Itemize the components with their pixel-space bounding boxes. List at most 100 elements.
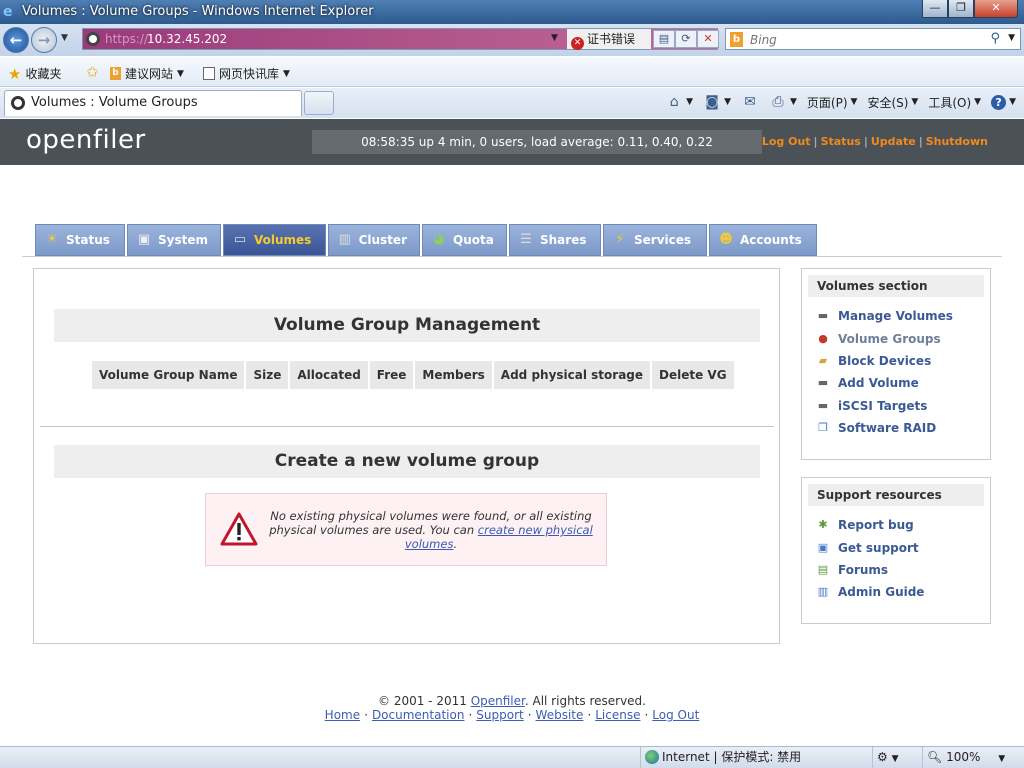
- recent-pages-dropdown[interactable]: ▼: [61, 33, 68, 43]
- help-icon: ?: [991, 94, 1007, 110]
- tab-shares[interactable]: ☰ Shares: [509, 224, 601, 256]
- tab-status[interactable]: ☀ Status: [35, 224, 125, 256]
- browser-tab-active[interactable]: Volumes : Volume Groups: [4, 90, 302, 116]
- home-button[interactable]: ⌂ ▼: [665, 94, 693, 110]
- chevron-down-icon: ▼: [891, 754, 899, 764]
- tab-accounts[interactable]: ☻ Accounts: [709, 224, 817, 256]
- tab-quota[interactable]: ◕ Quota: [422, 224, 507, 256]
- certificate-error-button[interactable]: ✕ 证书错误: [567, 29, 651, 50]
- sun-cloud-icon: ☀: [46, 232, 58, 247]
- protected-mode-indicator[interactable]: ⚙ ▼: [872, 747, 920, 768]
- address-bar[interactable]: https:// 10.32.45.202 ▼ ✕ 证书错误 ▤ ⟳ ✕: [82, 28, 719, 50]
- protected-mode-icon: ⚙: [877, 750, 888, 764]
- footer-license-link[interactable]: License: [595, 708, 640, 722]
- zoom-level: 100%: [946, 750, 981, 764]
- tab-system[interactable]: ▣ System: [127, 224, 221, 256]
- zoom-control[interactable]: 🔍︎ 100% ▼: [922, 747, 1022, 768]
- sidebar-item-label: Admin Guide: [838, 585, 925, 600]
- status-link[interactable]: Status: [821, 135, 861, 148]
- chevron-down-icon: ▼: [177, 68, 184, 79]
- web-slice-gallery-link[interactable]: 网页快讯库 ▼: [203, 65, 290, 82]
- sidebar-item-label: Block Devices: [838, 353, 932, 368]
- sidebar-item-get-support[interactable]: ▣ Get support: [816, 536, 990, 558]
- col-allocated: Allocated: [290, 361, 368, 389]
- sidebar-item-label: Add Volume: [838, 376, 919, 391]
- sidebar-item-label: Forums: [838, 562, 889, 577]
- chevron-down-icon: ▼: [724, 97, 731, 107]
- footer-logout-link[interactable]: Log Out: [652, 708, 699, 722]
- close-button[interactable]: ✕: [974, 0, 1018, 18]
- tab-services[interactable]: ⚡ Services: [603, 224, 707, 256]
- maximize-button[interactable]: ❐: [948, 0, 974, 18]
- globe-icon: [645, 750, 659, 764]
- col-size: Size: [246, 361, 289, 389]
- sidebar-item-iscsi-targets[interactable]: ▬ iSCSI Targets: [816, 395, 990, 417]
- favorites-bar: ★ 收藏夹 ✩ b 建议网站 ▼ 网页快讯库 ▼: [0, 57, 1024, 87]
- volumes-section-title: Volumes section: [808, 275, 984, 297]
- back-button[interactable]: ←: [3, 27, 29, 53]
- nav-divider: [22, 256, 1002, 257]
- tools-menu[interactable]: 工具(O) ▼: [928, 94, 981, 111]
- shutdown-link[interactable]: Shutdown: [926, 135, 988, 148]
- footer-support-link[interactable]: Support: [476, 708, 523, 722]
- sidebar-item-report-bug[interactable]: ✱ Report bug: [816, 514, 990, 536]
- section-divider: [40, 426, 774, 427]
- sidebar-item-add-volume[interactable]: ▬ Add Volume: [816, 372, 990, 394]
- book-icon: ▥: [817, 585, 829, 599]
- openfiler-link[interactable]: Openfiler: [471, 694, 525, 708]
- iscsi-icon: ▬: [817, 398, 829, 412]
- refresh-icon[interactable]: ⟳: [675, 30, 697, 48]
- security-zone[interactable]: Internet | 保护模式: 禁用: [640, 747, 870, 768]
- safety-menu[interactable]: 安全(S) ▼: [867, 94, 918, 111]
- warning-text: No existing physical volumes were found,…: [268, 509, 594, 551]
- volume-group-icon: ●: [818, 331, 828, 345]
- search-options-dropdown[interactable]: ▼: [1008, 33, 1015, 43]
- sidebar-item-block-devices[interactable]: ▰ Block Devices: [816, 350, 990, 372]
- footer-documentation-link[interactable]: Documentation: [372, 708, 465, 722]
- search-icon[interactable]: ⚲: [990, 31, 1000, 46]
- chevron-down-icon: ▼: [1009, 97, 1016, 107]
- support-resources-panel: Support resources ✱ Report bug ▣ Get suppo…: [801, 477, 991, 624]
- chevron-down-icon: ▼: [850, 97, 858, 107]
- chevron-down-icon: ▼: [789, 97, 797, 107]
- suggested-sites-link[interactable]: b 建议网站 ▼: [110, 65, 184, 82]
- favorites-button[interactable]: ★ 收藏夹: [8, 65, 61, 82]
- stop-icon[interactable]: ✕: [697, 30, 719, 48]
- print-button[interactable]: ⎙ ▼: [769, 94, 797, 110]
- add-to-favorites-bar-button[interactable]: ✩: [86, 65, 99, 80]
- forward-button[interactable]: →: [31, 27, 57, 53]
- footer-links: Home · Documentation · Support · Website · Licen…: [324, 708, 700, 722]
- tab-volumes[interactable]: ▭ Volumes: [223, 224, 326, 256]
- update-link[interactable]: Update: [871, 135, 916, 148]
- new-tab-button[interactable]: [304, 91, 334, 115]
- compatibility-view-icon[interactable]: ▤: [653, 30, 675, 48]
- web-slice-gallery-label: 网页快讯库: [219, 67, 280, 81]
- openfiler-favicon: [11, 96, 25, 110]
- address-dropdown[interactable]: ▼: [551, 33, 558, 43]
- footer-home-link[interactable]: Home: [325, 708, 360, 722]
- minimize-button[interactable]: —: [922, 0, 948, 18]
- url-text[interactable]: 10.32.45.202: [147, 32, 227, 46]
- copyright-post: . All rights reserved.: [524, 694, 646, 708]
- sidebar-item-admin-guide[interactable]: ▥ Admin Guide: [816, 581, 990, 603]
- sidebar-item-software-raid[interactable]: ❐ Software RAID: [816, 417, 990, 439]
- col-free: Free: [369, 361, 414, 389]
- feeds-button[interactable]: ◙ ▼: [703, 94, 731, 110]
- search-input[interactable]: [750, 31, 980, 48]
- tab-cluster[interactable]: ▥ Cluster: [328, 224, 420, 256]
- chevron-down-icon: ▼: [686, 97, 694, 107]
- page-menu[interactable]: 页面(P) ▼: [807, 94, 858, 111]
- col-delete-vg: Delete VG: [652, 361, 734, 389]
- sidebar-item-label: Software RAID: [838, 421, 937, 436]
- safety-menu-label: 安全(S): [867, 95, 909, 110]
- read-mail-button[interactable]: ✉: [741, 94, 759, 110]
- footer-website-link[interactable]: Website: [536, 708, 584, 722]
- sidebar-item-volume-groups[interactable]: ● Volume Groups: [816, 327, 990, 349]
- warning-message: No existing physical volumes were found,…: [205, 493, 607, 566]
- logout-link[interactable]: Log Out: [762, 135, 811, 148]
- search-box[interactable]: b ⚲ ▼: [725, 28, 1021, 50]
- sidebar-item-forums[interactable]: ▤ Forums: [816, 559, 990, 581]
- sidebar-item-manage-volumes[interactable]: ▬ Manage Volumes: [816, 305, 990, 327]
- chevron-down-icon: ▼: [998, 754, 1006, 764]
- help-menu[interactable]: ? ▼: [991, 94, 1016, 110]
